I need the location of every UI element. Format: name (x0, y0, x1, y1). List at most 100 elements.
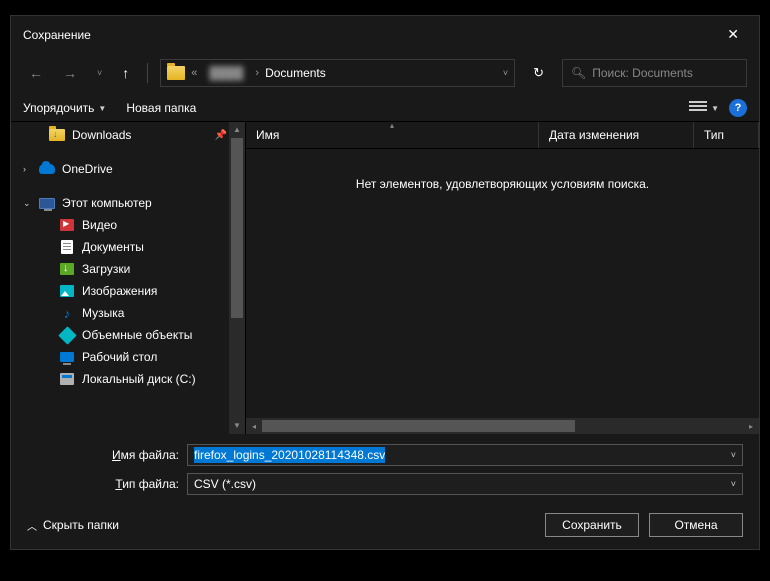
pin-icon: 📌 (215, 130, 227, 141)
save-label: Сохранить (562, 518, 622, 532)
pc-icon (39, 198, 55, 209)
new-folder-label: Новая папка (126, 101, 196, 115)
horizontal-scrollbar[interactable]: ◂ ▸ (246, 418, 759, 434)
breadcrumb[interactable]: « ████ › Documents ˅ (160, 59, 515, 87)
nav-up-icon[interactable]: ↑ (116, 61, 135, 85)
dialog-body: Downloads 📌 › OneDrive ⌄ Этот компьютер … (11, 122, 759, 434)
nav-forward-icon[interactable]: → (57, 61, 83, 85)
scroll-left-icon[interactable]: ◂ (246, 422, 262, 431)
cube-icon (58, 326, 76, 344)
expand-icon[interactable]: › (23, 164, 26, 174)
sidebar-item-localdisk[interactable]: Локальный диск (C:) (11, 368, 245, 390)
sidebar-item-3dobjects[interactable]: Объемные объекты (11, 324, 245, 346)
sidebar-item-label: Видео (82, 218, 117, 232)
sidebar: Downloads 📌 › OneDrive ⌄ Этот компьютер … (11, 122, 246, 434)
sidebar-item-label: Документы (82, 240, 144, 254)
close-button[interactable]: ✕ (719, 24, 747, 45)
document-icon (61, 240, 73, 254)
divider (147, 63, 148, 83)
desktop-icon (60, 352, 74, 362)
collapse-icon[interactable]: ⌄ (23, 198, 31, 209)
toolbar: Упорядочить ▼ Новая папка ▼ ? (11, 93, 759, 122)
search-placeholder: Поиск: Documents (592, 66, 693, 80)
file-list-area: ▴ Имя Дата изменения Тип Нет элементов, … (246, 122, 759, 434)
hide-folders-button[interactable]: ︿ Скрыть папки (27, 518, 119, 533)
save-dialog: Сохранение ✕ ← → ˅ ↑ « ████ › Documents … (10, 15, 760, 550)
scroll-thumb[interactable] (262, 420, 575, 432)
empty-message: Нет элементов, удовлетворяющих условиям … (246, 177, 759, 191)
breadcrumb-chev: › (255, 67, 259, 79)
breadcrumb-parent[interactable]: ████ (203, 66, 249, 80)
sidebar-item-label: OneDrive (62, 162, 113, 176)
column-name[interactable]: ▴ Имя (246, 122, 539, 148)
filename-label: Имя файла: (27, 448, 187, 462)
sidebar-item-thispc[interactable]: ⌄ Этот компьютер (11, 192, 245, 214)
image-icon (60, 285, 74, 297)
nav-back-icon[interactable]: ← (23, 61, 49, 85)
onedrive-icon (39, 164, 55, 174)
sidebar-item-desktop[interactable]: Рабочий стол (11, 346, 245, 368)
sidebar-item-label: Этот компьютер (62, 196, 152, 210)
nav-recent-dropdown[interactable]: ˅ (91, 64, 108, 82)
save-button[interactable]: Сохранить (545, 513, 639, 537)
column-date[interactable]: Дата изменения (539, 122, 694, 148)
filetype-label: Тип файла: (27, 477, 187, 491)
scroll-down-icon[interactable]: ▼ (229, 418, 245, 434)
folder-icon (49, 129, 65, 141)
music-icon: ♪ (59, 306, 75, 320)
sidebar-item-music[interactable]: ♪ Музыка (11, 302, 245, 324)
cancel-label: Отмена (674, 518, 717, 532)
new-folder-button[interactable]: Новая папка (126, 101, 196, 115)
download-icon (60, 263, 74, 275)
video-icon (60, 219, 74, 231)
sidebar-item-label: Музыка (82, 306, 124, 320)
breadcrumb-dropdown-icon[interactable]: ˅ (503, 68, 508, 78)
sidebar-item-downloads2[interactable]: Загрузки (11, 258, 245, 280)
sidebar-item-label: Изображения (82, 284, 157, 298)
dialog-title: Сохранение (23, 28, 91, 42)
column-type[interactable]: Тип (694, 122, 759, 148)
column-headers: ▴ Имя Дата изменения Тип (246, 122, 759, 149)
sidebar-item-downloads[interactable]: Downloads 📌 (11, 124, 245, 146)
column-label: Тип (704, 128, 724, 142)
dialog-footer: Имя файла: firefox_logins_20201028114348… (11, 434, 759, 549)
chevron-up-icon: ︿ (27, 518, 37, 533)
chevron-down-icon[interactable]: ˅ (731, 450, 736, 460)
sort-indicator-icon: ▴ (390, 121, 394, 130)
filetype-value: CSV (*.csv) (194, 477, 256, 491)
sidebar-item-label: Загрузки (82, 262, 130, 276)
organize-button[interactable]: Упорядочить ▼ (23, 101, 106, 115)
hide-folders-label: Скрыть папки (43, 518, 119, 532)
organize-label: Упорядочить (23, 101, 94, 115)
scroll-up-icon[interactable]: ▲ (229, 122, 245, 138)
search-icon: 🔍︎ (571, 66, 586, 80)
cancel-button[interactable]: Отмена (649, 513, 743, 537)
refresh-icon[interactable]: ↻ (523, 65, 554, 81)
sidebar-item-onedrive[interactable]: › OneDrive (11, 158, 245, 180)
breadcrumb-sep: « (191, 67, 197, 79)
help-icon[interactable]: ? (729, 99, 747, 117)
column-label: Дата изменения (549, 128, 639, 142)
folder-icon (167, 66, 185, 80)
sidebar-item-label: Локальный диск (C:) (82, 372, 196, 386)
navbar: ← → ˅ ↑ « ████ › Documents ˅ ↻ 🔍︎ Поиск:… (11, 53, 759, 93)
sidebar-item-label: Объемные объекты (82, 328, 192, 342)
search-input[interactable]: 🔍︎ Поиск: Documents (562, 59, 747, 87)
sidebar-item-video[interactable]: Видео (11, 214, 245, 236)
sidebar-item-documents[interactable]: Документы (11, 236, 245, 258)
sidebar-scrollbar[interactable]: ▲ ▼ (229, 122, 245, 434)
filename-input[interactable]: firefox_logins_20201028114348.csv ˅ (187, 444, 743, 466)
scroll-thumb[interactable] (231, 138, 243, 318)
sidebar-item-images[interactable]: Изображения (11, 280, 245, 302)
chevron-down-icon: ▼ (98, 104, 106, 113)
scroll-right-icon[interactable]: ▸ (743, 422, 759, 431)
view-icon (689, 101, 707, 115)
titlebar: Сохранение ✕ (11, 16, 759, 53)
chevron-down-icon: ▼ (711, 104, 719, 113)
chevron-down-icon[interactable]: ˅ (731, 479, 736, 489)
view-button[interactable]: ▼ (689, 101, 719, 115)
disk-icon (60, 373, 74, 385)
sidebar-item-label: Downloads (72, 128, 131, 142)
breadcrumb-current[interactable]: Documents (265, 66, 326, 80)
filetype-select[interactable]: CSV (*.csv) ˅ (187, 473, 743, 495)
